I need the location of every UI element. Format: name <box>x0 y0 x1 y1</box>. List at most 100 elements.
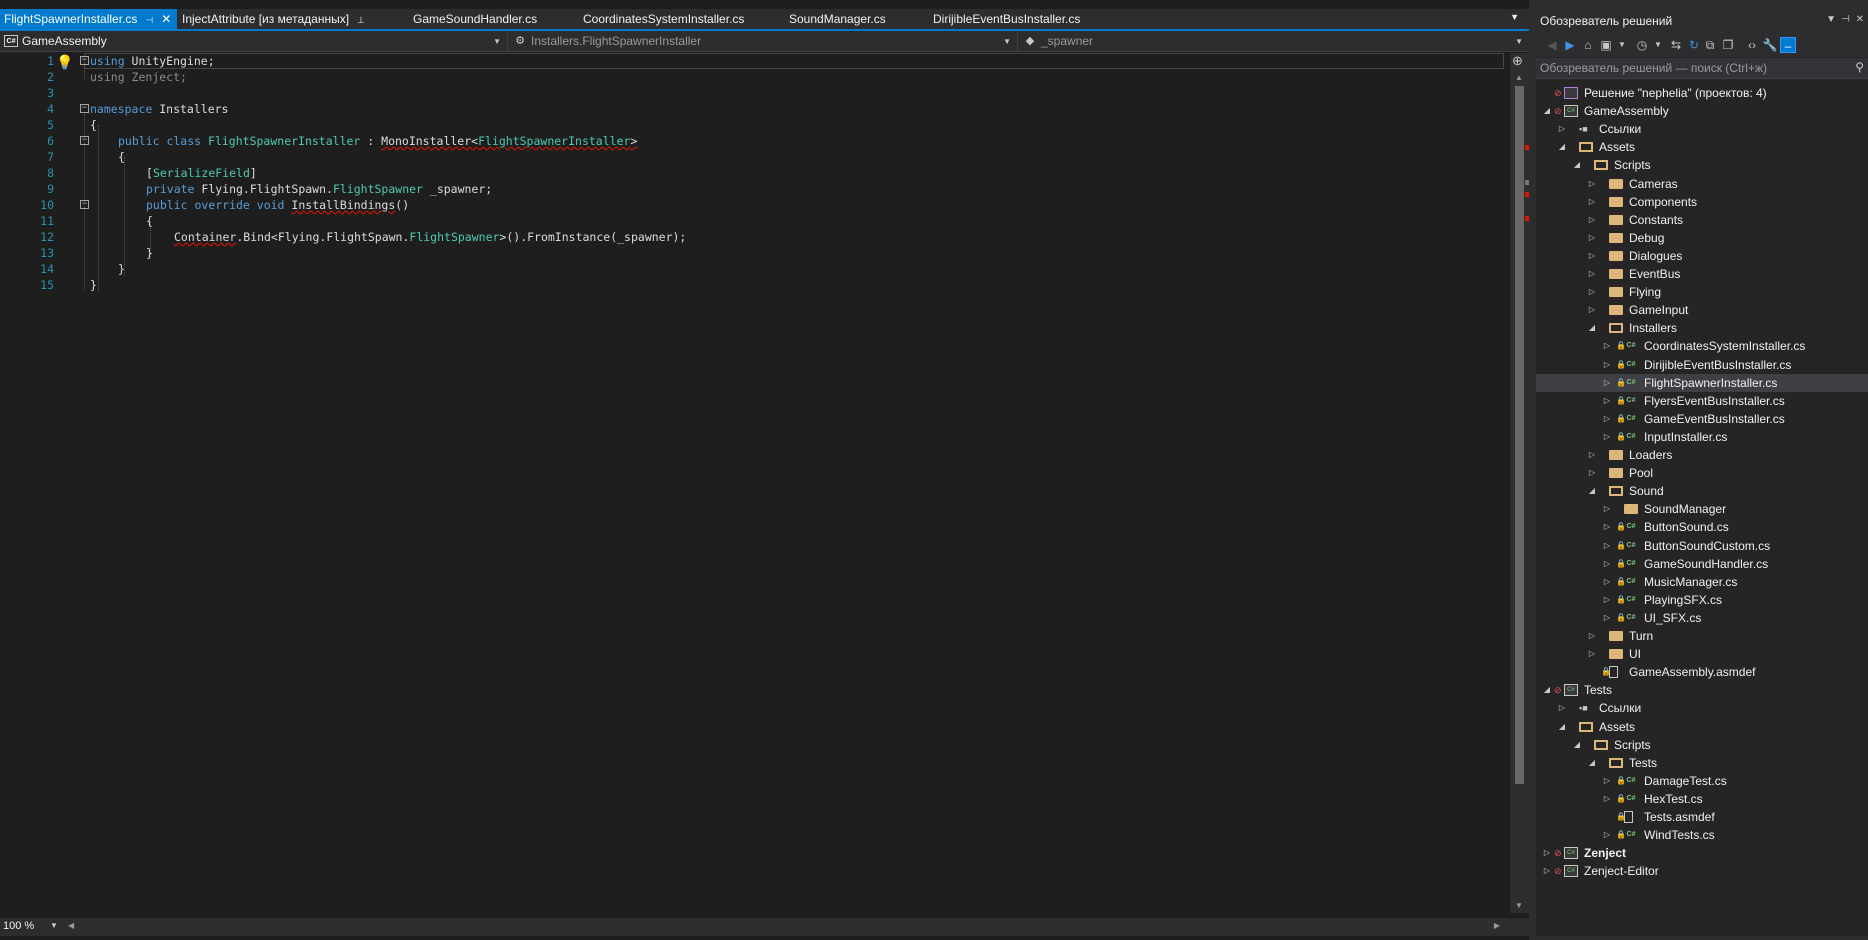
scroll-down-icon[interactable]: ▼ <box>1515 901 1523 910</box>
close-icon[interactable]: ✕ <box>1856 14 1864 25</box>
expand-arrow-icon[interactable]: ▷ <box>1602 609 1612 627</box>
project-tests[interactable]: ◢ ⊘ C# Tests <box>1536 681 1868 699</box>
tree-file-windtests[interactable]: ▷ 🔒 C# WindTests.cs <box>1536 826 1868 844</box>
tree-file-coordinatessysteminstaller[interactable]: ▷ 🔒 C# CoordinatesSystemInstaller.cs <box>1536 337 1868 355</box>
tree-node-references[interactable]: ▷ ▪■ Ссылки <box>1536 699 1868 717</box>
error-marker[interactable] <box>1525 145 1529 150</box>
tree-file-playingsfx[interactable]: ▷ 🔒 C# PlayingSFX.cs <box>1536 591 1868 609</box>
expand-arrow-icon[interactable]: ▷ <box>1602 518 1612 536</box>
expand-arrow-icon[interactable]: ▷ <box>1602 356 1612 374</box>
collapse-toggle-icon[interactable]: − <box>80 104 89 113</box>
tree-file-damagetest[interactable]: ▷ 🔒 C# DamageTest.cs <box>1536 772 1868 790</box>
tree-file-gamesoundhandler[interactable]: ▷ 🔒 C# GameSoundHandler.cs <box>1536 555 1868 573</box>
expand-arrow-icon[interactable]: ▷ <box>1602 826 1612 844</box>
collapse-arrow-icon[interactable]: ◢ <box>1557 138 1567 156</box>
search-icon[interactable]: ⚲ <box>1855 60 1864 74</box>
pin-icon[interactable]: ⊣ <box>1841 14 1850 25</box>
tree-file-musicmanager[interactable]: ▷ 🔒 C# MusicManager.cs <box>1536 573 1868 591</box>
tree-folder-dialogues[interactable]: ▷ Dialogues <box>1536 247 1868 265</box>
tree-file-hextest[interactable]: ▷ 🔒 C# HexTest.cs <box>1536 790 1868 808</box>
collapse-arrow-icon[interactable]: ◢ <box>1557 718 1567 736</box>
expand-arrow-icon[interactable]: ▷ <box>1602 591 1612 609</box>
properties-icon[interactable]: 🔧 <box>1762 37 1778 53</box>
scrollbar-thumb[interactable] <box>1515 86 1524 784</box>
expand-arrow-icon[interactable]: ▷ <box>1602 337 1612 355</box>
tab-flightspawnerinstaller[interactable]: FlightSpawnerInstaller.cs ⊣ ✕ <box>0 9 177 30</box>
back-icon[interactable]: ◀ <box>1544 37 1560 53</box>
expand-arrow-icon[interactable]: ▷ <box>1602 772 1612 790</box>
tree-folder-gameinput[interactable]: ▷ GameInput <box>1536 301 1868 319</box>
chevron-down-icon[interactable]: ▼ <box>1614 37 1630 53</box>
code-editor[interactable]: 💡 1 2 3 4 5 6 7 8 9 10 11 12 13 14 15 − … <box>0 53 1510 913</box>
vertical-scrollbar[interactable]: ⊕ ▲ ▼ <box>1510 53 1529 913</box>
horizontal-scrollbar[interactable]: ◀ ▶ <box>64 921 1504 933</box>
tree-file-flightspawnerinstaller[interactable]: ▷ 🔒 C# FlightSpawnerInstaller.cs <box>1536 374 1868 392</box>
tree-folder-turn[interactable]: ▷ Turn <box>1536 627 1868 645</box>
sync-icon[interactable]: ⇆ <box>1668 37 1684 53</box>
solution-node[interactable]: ⊘ Решение "nephelia" (проектов: 4) <box>1536 84 1868 102</box>
scroll-up-icon[interactable]: ▲ <box>1515 73 1523 82</box>
expand-arrow-icon[interactable]: ▷ <box>1602 790 1612 808</box>
tree-folder-soundmanager[interactable]: ▷ SoundManager <box>1536 500 1868 518</box>
tree-folder-flying[interactable]: ▷ Flying <box>1536 283 1868 301</box>
type-combo[interactable]: ⚙ Installers.FlightSpawnerInstaller ▼ <box>509 32 1018 51</box>
collapse-arrow-icon[interactable]: ◢ <box>1587 754 1597 772</box>
chevron-down-icon[interactable]: ▼ <box>50 921 58 930</box>
tree-node-references[interactable]: ▷ ▪■ Ссылки <box>1536 120 1868 138</box>
scroll-left-icon[interactable]: ◀ <box>68 921 74 930</box>
project-combo[interactable]: C# GameAssembly ▼ <box>0 32 508 51</box>
expand-arrow-icon[interactable]: ▷ <box>1587 446 1597 464</box>
tree-folder-pool[interactable]: ▷ Pool <box>1536 464 1868 482</box>
lightbulb-icon[interactable]: 💡 <box>56 55 73 71</box>
tree-folder-scripts[interactable]: ◢ Scripts <box>1536 156 1868 174</box>
expand-arrow-icon[interactable]: ▷ <box>1557 120 1567 138</box>
member-combo[interactable]: ◆ _spawner ▼ <box>1019 32 1529 51</box>
tab-overflow-dropdown-icon[interactable]: ▼ <box>1510 12 1519 22</box>
tree-folder-cameras[interactable]: ▷ Cameras <box>1536 175 1868 193</box>
preview-selected-icon[interactable]: – <box>1780 37 1796 53</box>
expand-arrow-icon[interactable]: ▷ <box>1602 392 1612 410</box>
project-zenject[interactable]: ▷ ⊘ C# Zenject <box>1536 844 1868 862</box>
expand-arrow-icon[interactable]: ▷ <box>1587 247 1597 265</box>
tree-folder-tests[interactable]: ◢ Tests <box>1536 754 1868 772</box>
expand-arrow-icon[interactable]: ▷ <box>1602 500 1612 518</box>
tab-dirijibleeventbusinstaller[interactable]: DirijibleEventBusInstaller.cs <box>929 9 1080 30</box>
tree-folder-assets[interactable]: ◢ Assets <box>1536 138 1868 156</box>
tree-file-ui-sfx[interactable]: ▷ 🔒 C# UI_SFX.cs <box>1536 609 1868 627</box>
chevron-down-icon[interactable]: ▼ <box>1650 37 1666 53</box>
expand-arrow-icon[interactable]: ▷ <box>1587 301 1597 319</box>
expand-arrow-icon[interactable]: ▷ <box>1542 862 1552 880</box>
expand-arrow-icon[interactable]: ▷ <box>1587 211 1597 229</box>
solution-search-input[interactable] <box>1540 60 1840 76</box>
home-icon[interactable]: ⌂ <box>1580 37 1596 53</box>
refresh-icon[interactable]: ↻ <box>1686 37 1702 53</box>
solution-search-box[interactable]: ⚲ <box>1536 58 1868 79</box>
switch-views-icon[interactable]: ▣ <box>1598 37 1614 53</box>
tree-folder-scripts[interactable]: ◢ Scripts <box>1536 736 1868 754</box>
tree-file-inputinstaller[interactable]: ▷ 🔒 C# InputInstaller.cs <box>1536 428 1868 446</box>
tree-folder-sound[interactable]: ◢ Sound <box>1536 482 1868 500</box>
scroll-right-icon[interactable]: ▶ <box>1494 921 1500 930</box>
tree-folder-installers[interactable]: ◢ Installers <box>1536 319 1868 337</box>
tree-file-gameeventbusinstaller[interactable]: ▷ 🔒 C# GameEventBusInstaller.cs <box>1536 410 1868 428</box>
expand-arrow-icon[interactable]: ▷ <box>1587 627 1597 645</box>
tab-injectattribute[interactable]: InjectAttribute [из метаданных] ⊥ <box>178 9 368 30</box>
error-marker[interactable] <box>1525 216 1529 221</box>
tree-file-flyerseventbusinstaller[interactable]: ▷ 🔒 C# FlyersEventBusInstaller.cs <box>1536 392 1868 410</box>
expand-arrow-icon[interactable]: ▷ <box>1542 844 1552 862</box>
split-editor-icon[interactable]: ⊕ <box>1512 53 1523 69</box>
expand-arrow-icon[interactable]: ▷ <box>1587 229 1597 247</box>
tab-soundmanager[interactable]: SoundManager.cs <box>785 9 886 30</box>
project-gameassembly[interactable]: ◢ ⊘ C# GameAssembly <box>1536 102 1868 120</box>
collapse-arrow-icon[interactable]: ◢ <box>1572 736 1582 754</box>
pin-icon[interactable]: ⊣ <box>145 10 153 31</box>
tree-file-tests-asmdef[interactable]: 🔒 Tests.asmdef <box>1536 808 1868 826</box>
pin-icon[interactable]: ⊥ <box>357 10 365 31</box>
expand-arrow-icon[interactable]: ▷ <box>1602 374 1612 392</box>
expand-arrow-icon[interactable]: ▷ <box>1602 537 1612 555</box>
zoom-level[interactable]: 100 % <box>3 920 34 932</box>
expand-arrow-icon[interactable]: ▷ <box>1587 193 1597 211</box>
expand-arrow-icon[interactable]: ▷ <box>1602 573 1612 591</box>
tree-folder-constants[interactable]: ▷ Constants <box>1536 211 1868 229</box>
collapse-all-icon[interactable]: ⧉ <box>1702 37 1718 53</box>
